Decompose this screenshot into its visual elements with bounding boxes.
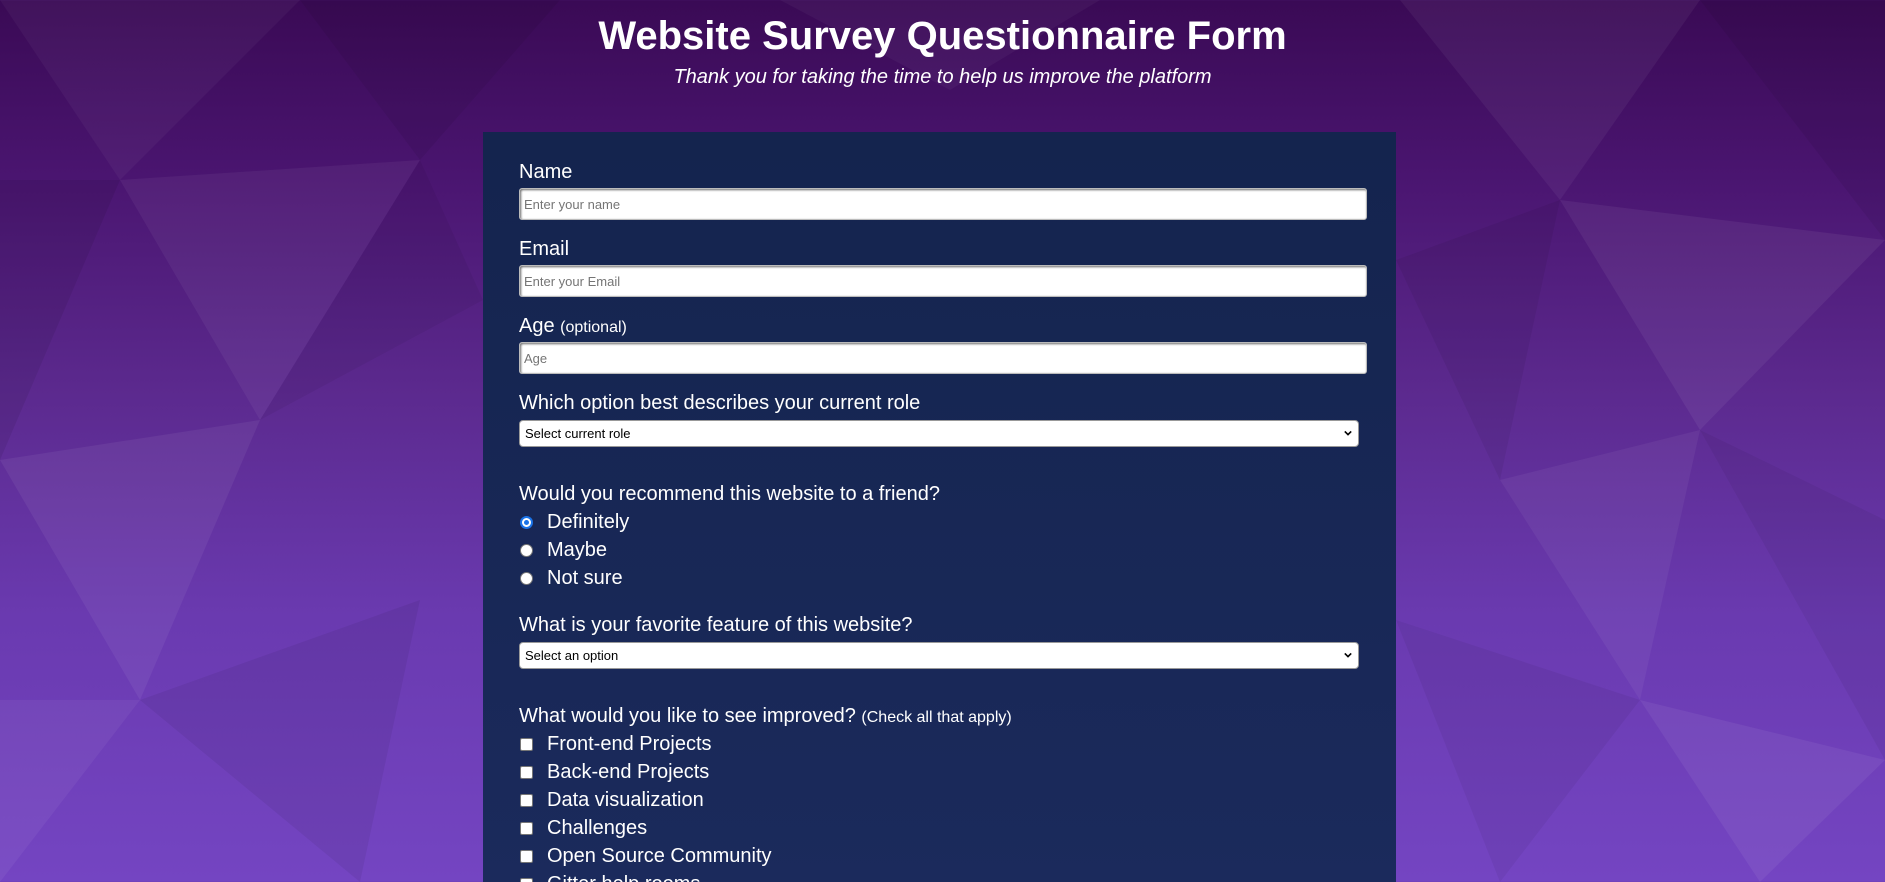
age-label: Age (optional)	[519, 314, 627, 340]
radio-label-definitely: Definitely	[547, 510, 630, 533]
page-header: Website Survey Questionnaire Form Thank …	[0, 0, 1885, 90]
role-label: Which option best describes your current…	[519, 392, 921, 414]
age-optional-note: (optional)	[560, 319, 627, 336]
role-select[interactable]: Select current role	[519, 420, 1359, 447]
email-label: Email	[519, 238, 570, 260]
improvements-note: (Check all that apply)	[861, 709, 1012, 726]
email-input[interactable]	[519, 265, 1367, 297]
radio-label-maybe: Maybe	[547, 538, 608, 561]
favorite-feature-label: What is your favorite feature of this we…	[519, 614, 913, 636]
checkbox-label-gitter: Gitter help rooms	[547, 873, 700, 882]
radio-option-definitely[interactable]: Definitely	[519, 508, 629, 536]
radio-button-maybe[interactable]	[520, 543, 533, 557]
checkbox-front-end[interactable]	[520, 737, 533, 751]
name-input[interactable]	[519, 188, 1367, 220]
age-input[interactable]	[519, 342, 1367, 374]
favorite-feature-select-value: Select an option	[525, 648, 619, 663]
radio-button-definitely[interactable]	[520, 515, 533, 529]
chevron-down-icon	[1344, 430, 1352, 436]
checkbox-option-back-end[interactable]: Back-end Projects	[519, 758, 709, 786]
radio-button-not-sure[interactable]	[520, 571, 533, 585]
survey-form: Name Email Age (optional) Which option b…	[483, 132, 1396, 882]
checkbox-option-challenges[interactable]: Challenges	[519, 814, 647, 842]
checkbox-back-end[interactable]	[520, 765, 533, 779]
role-select-value: Select current role	[525, 426, 631, 441]
checkbox-option-front-end[interactable]: Front-end Projects	[519, 730, 712, 758]
checkbox-gitter[interactable]	[520, 877, 533, 882]
checkbox-label-open-source: Open Source Community	[547, 844, 772, 867]
favorite-feature-select[interactable]: Select an option	[519, 642, 1359, 669]
improvements-label: What would you like to see improved? (Ch…	[519, 704, 1012, 730]
checkbox-label-data-visualization: Data visualization	[547, 788, 704, 811]
chevron-down-icon	[1344, 652, 1352, 658]
page-description: Thank you for taking the time to help us…	[673, 66, 1212, 88]
improvements-label-text: What would you like to see improved?	[519, 705, 856, 727]
checkbox-label-front-end: Front-end Projects	[547, 732, 712, 755]
checkbox-challenges[interactable]	[520, 821, 533, 835]
name-label: Name	[519, 161, 573, 183]
checkbox-open-source[interactable]	[520, 849, 533, 863]
checkbox-label-back-end: Back-end Projects	[547, 760, 710, 783]
recommend-label: Would you recommend this website to a fr…	[519, 483, 940, 505]
radio-label-not-sure: Not sure	[547, 566, 623, 589]
radio-option-maybe[interactable]: Maybe	[519, 536, 607, 564]
checkbox-label-challenges: Challenges	[547, 816, 648, 839]
checkbox-option-gitter[interactable]: Gitter help rooms	[519, 870, 700, 882]
radio-option-not-sure[interactable]: Not sure	[519, 564, 623, 592]
checkbox-option-open-source[interactable]: Open Source Community	[519, 842, 772, 870]
age-label-text: Age	[519, 315, 555, 337]
page-title: Website Survey Questionnaire Form	[598, 14, 1287, 58]
checkbox-option-data-visualization[interactable]: Data visualization	[519, 786, 704, 814]
checkbox-data-visualization[interactable]	[520, 793, 533, 807]
